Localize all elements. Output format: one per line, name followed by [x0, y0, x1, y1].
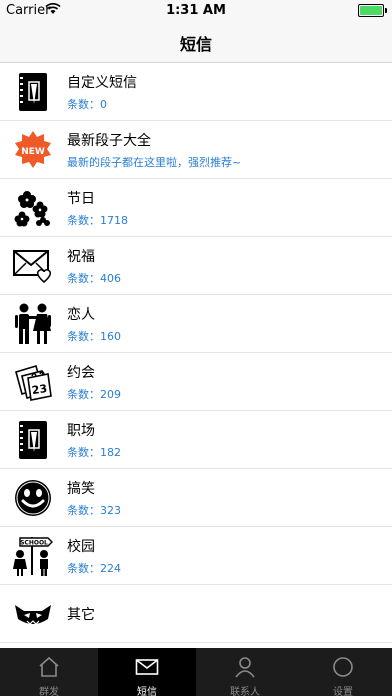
page-title: 短信 — [179, 35, 212, 54]
list-item-lovers[interactable]: 恋人 条数：160 — [0, 295, 392, 353]
couple-icon — [12, 303, 54, 345]
item-title: 节日 — [67, 191, 95, 207]
item-subtitle: 条数：1718 — [67, 214, 128, 227]
battery-icon — [358, 4, 387, 17]
envelope-heart-icon — [12, 245, 54, 287]
notebook-pen-icon — [12, 419, 54, 461]
envelope-icon — [135, 656, 159, 678]
item-subtitle: 条数：209 — [67, 388, 121, 401]
item-title: 自定义短信 — [67, 75, 137, 91]
item-subtitle: 条数：224 — [67, 562, 121, 575]
flowers-icon — [12, 187, 54, 229]
item-title: 校园 — [67, 539, 95, 555]
item-subtitle: 条数：160 — [67, 330, 121, 343]
list-item-other[interactable]: 其它 — [0, 585, 392, 643]
tab-contacts[interactable]: 联系人 — [196, 648, 294, 698]
tab-sms[interactable]: 短信 — [98, 648, 196, 698]
item-title: 搞笑 — [67, 481, 95, 497]
school-kids-icon: SCHOOL — [12, 535, 54, 577]
list-item-dating[interactable]: 23 约会 条数：209 — [0, 353, 392, 411]
list-item-blessing[interactable]: 祝福 条数：406 — [0, 237, 392, 295]
item-title: 最新段子大全 — [67, 133, 151, 149]
item-subtitle: 条数：406 — [67, 272, 121, 285]
list-item-latest-jokes[interactable]: NEW 最新段子大全 最新的段子都在这里啦，强烈推荐~ — [0, 121, 392, 179]
house-icon — [37, 656, 61, 678]
item-subtitle: 最新的段子都在这里啦，强烈推荐~ — [67, 156, 242, 169]
tab-bar: 群发 短信 联系人 设置 — [0, 648, 392, 698]
tab-group-send[interactable]: 群发 — [0, 648, 98, 698]
tab-settings[interactable]: 设置 — [294, 648, 392, 698]
new-badge-icon: NEW — [12, 129, 54, 171]
nav-bar: 短信 — [0, 20, 392, 63]
list-item-holiday[interactable]: 节日 条数：1718 — [0, 179, 392, 237]
list-item-custom[interactable]: 自定义短信 条数：0 — [0, 63, 392, 121]
school-sign-label: SCHOOL — [20, 540, 48, 547]
person-icon — [233, 656, 257, 678]
category-list: 自定义短信 条数：0 NEW 最新段子大全 最新的段子都在这里啦，强烈推荐~ 节… — [0, 63, 392, 643]
monster-icon — [12, 593, 54, 635]
status-time: 1:31 AM — [166, 3, 226, 18]
item-title: 约会 — [67, 365, 95, 381]
status-bar: Carrier 1:31 AM — [0, 0, 392, 20]
smiley-icon — [12, 477, 54, 519]
item-title: 职场 — [67, 423, 95, 439]
item-subtitle: 条数：323 — [67, 504, 121, 517]
item-title: 其它 — [67, 607, 95, 623]
item-subtitle: 条数：182 — [67, 446, 121, 459]
list-item-campus[interactable]: SCHOOL 校园 条数：224 — [0, 527, 392, 585]
notebook-pen-icon — [12, 71, 54, 113]
calendar-day-label: 23 — [31, 382, 48, 397]
calendar-icon: 23 — [12, 361, 54, 403]
new-badge-label: NEW — [21, 147, 45, 157]
list-item-workplace[interactable]: 职场 条数：182 — [0, 411, 392, 469]
item-title: 祝福 — [67, 249, 95, 265]
list-item-funny[interactable]: 搞笑 条数：323 — [0, 469, 392, 527]
item-subtitle: 条数：0 — [67, 98, 107, 111]
item-title: 恋人 — [67, 307, 95, 323]
circle-icon — [331, 656, 355, 678]
